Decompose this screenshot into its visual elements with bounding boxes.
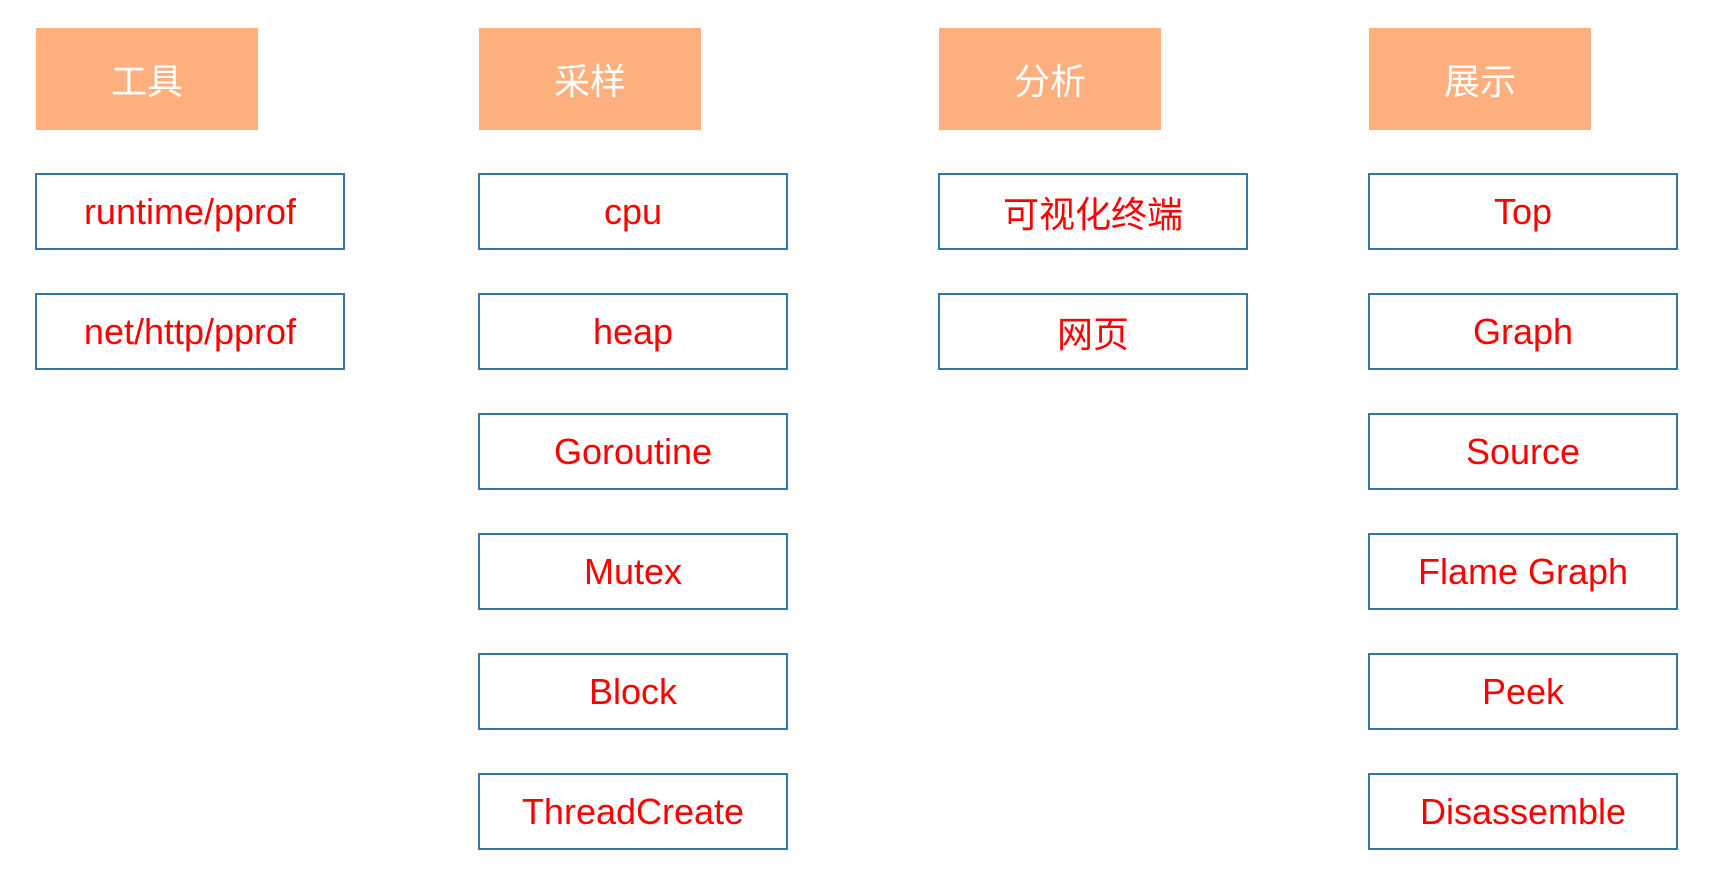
column-header-display: 展示	[1369, 28, 1591, 130]
column-header-analysis: 分析	[939, 28, 1161, 130]
column-sampling: 采样 cpu heap Goroutine Mutex Block Thread…	[478, 0, 790, 886]
item-goroutine: Goroutine	[478, 413, 788, 490]
column-tools: 工具 runtime/pprof net/http/pprof	[35, 0, 347, 886]
item-runtime-pprof: runtime/pprof	[35, 173, 345, 250]
column-header-sampling: 采样	[479, 28, 701, 130]
column-analysis: 分析 可视化终端 网页	[938, 0, 1250, 886]
item-web-page: 网页	[938, 293, 1248, 370]
item-net-http-pprof: net/http/pprof	[35, 293, 345, 370]
item-heap: heap	[478, 293, 788, 370]
item-visual-terminal: 可视化终端	[938, 173, 1248, 250]
column-display: 展示 Top Graph Source Flame Graph Peek Dis…	[1368, 0, 1680, 886]
item-disassemble: Disassemble	[1368, 773, 1678, 850]
item-top: Top	[1368, 173, 1678, 250]
column-header-tools: 工具	[36, 28, 258, 130]
item-peek: Peek	[1368, 653, 1678, 730]
item-threadcreate: ThreadCreate	[478, 773, 788, 850]
item-source: Source	[1368, 413, 1678, 490]
item-graph: Graph	[1368, 293, 1678, 370]
item-mutex: Mutex	[478, 533, 788, 610]
item-cpu: cpu	[478, 173, 788, 250]
item-block: Block	[478, 653, 788, 730]
item-flame-graph: Flame Graph	[1368, 533, 1678, 610]
